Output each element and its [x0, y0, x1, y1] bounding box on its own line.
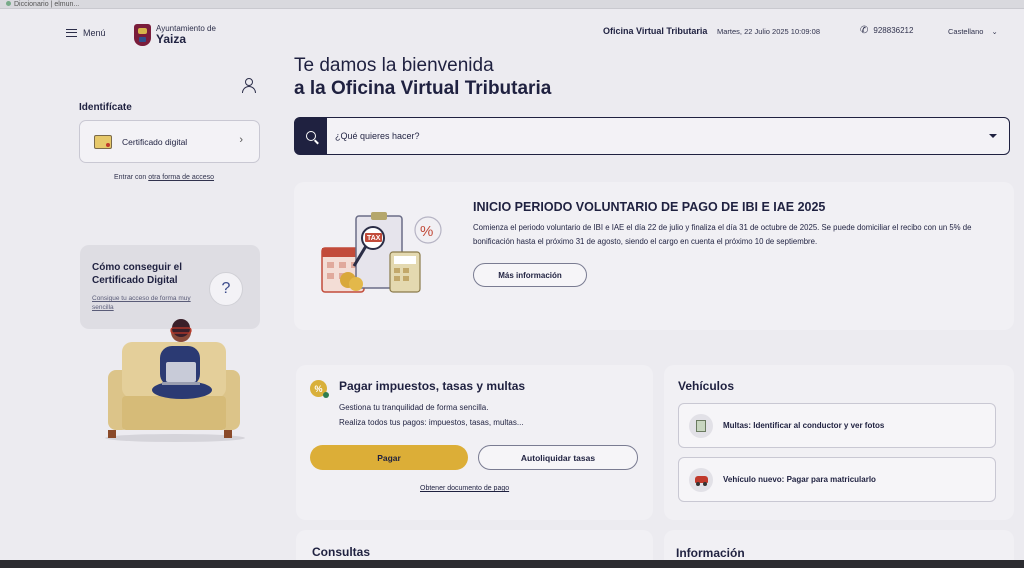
current-datetime: Martes, 22 Julio 2025 10:09:08	[717, 27, 820, 36]
howto-certificate-title: Cómo conseguir el Certificado Digital	[92, 262, 183, 286]
ibi-iae-announcement-card: TAX % INICIO PERIODO VOLUNTARIO DE PAGO …	[294, 182, 1014, 330]
new-vehicle-register-item[interactable]: Vehículo nuevo: Pagar para matricularlo	[678, 457, 996, 502]
chevron-right-icon: ›	[239, 134, 243, 146]
digital-certificate-button[interactable]: Certificado digital ›	[79, 120, 260, 163]
taskbar	[0, 560, 1024, 568]
get-payment-document-link[interactable]: Obtener documento de pago	[420, 485, 509, 492]
identify-heading: Identifícate	[79, 102, 132, 113]
new-vehicle-register-label: Vehículo nuevo: Pagar para matricularlo	[723, 475, 876, 484]
other-access-link[interactable]: otra forma de acceso	[148, 174, 214, 181]
browser-tab-strip: Diccionario | elmun...	[0, 0, 1024, 9]
announcement-title: INICIO PERIODO VOLUNTARIO DE PAGO DE IBI…	[473, 200, 826, 214]
chevron-down-icon: ⌄	[991, 27, 998, 36]
fines-identify-driver-item[interactable]: Multas: Identificar al conductor y ver f…	[678, 403, 996, 448]
search-button[interactable]	[295, 118, 327, 154]
ayuntamiento-logo[interactable]: Ayuntamiento de Yaiza	[134, 24, 216, 46]
tax-calendar-illustration: TAX %	[321, 212, 442, 293]
other-access-text: Entrar con otra forma de acceso	[114, 174, 215, 181]
search-input[interactable]	[327, 131, 989, 141]
more-info-button[interactable]: Más información	[473, 263, 587, 287]
phone-contact[interactable]: ✆ 928836212	[860, 25, 913, 36]
pay-taxes-description-2: Realiza todos tus pagos: impuestos, tasa…	[339, 418, 524, 427]
svg-text:%: %	[420, 223, 433, 240]
browser-tab-label: Diccionario | elmun...	[14, 0, 80, 8]
car-icon	[689, 467, 713, 492]
office-name: Oficina Virtual Tributaria	[603, 26, 708, 36]
language-selector[interactable]: Castellano ⌄	[948, 27, 998, 36]
tax-tag-label: TAX	[367, 235, 381, 242]
pay-button[interactable]: Pagar	[310, 445, 468, 470]
pay-taxes-title: Pagar impuestos, tasas y multas	[339, 379, 526, 393]
coin-icon: %	[310, 380, 329, 398]
chevron-down-icon[interactable]	[989, 134, 997, 138]
hamburger-icon	[66, 29, 77, 37]
user-icon[interactable]	[242, 78, 256, 94]
phone-icon: ✆	[860, 25, 869, 36]
announcement-text: Comienza el periodo voluntario de IBI e …	[473, 223, 972, 247]
question-mark-icon: ?	[209, 272, 243, 306]
login-panel: Identifícate Certificado digital › Entra…	[66, 58, 276, 198]
browser-tab[interactable]: Diccionario | elmun...	[6, 0, 80, 8]
phone-number: 928836212	[873, 26, 914, 35]
fine-document-icon	[689, 413, 713, 438]
person-with-laptop-illustration	[105, 319, 245, 442]
certificate-icon	[94, 134, 112, 149]
self-assess-fees-button[interactable]: Autoliquidar tasas	[478, 445, 638, 470]
welcome-heading: Te damos la bienvenida a la Oficina Virt…	[294, 55, 551, 101]
welcome-line-2: a la Oficina Virtual Tributaria	[294, 77, 552, 99]
vehicles-title: Vehículos	[678, 379, 735, 393]
consultas-title: Consultas	[312, 545, 371, 559]
howto-certificate-link[interactable]: Consigue tu acceso de forma muy sencilla	[92, 295, 202, 313]
vehicles-card: Vehículos Multas: Identificar al conduct…	[664, 365, 1014, 520]
coat-of-arms-icon	[134, 24, 151, 46]
fines-identify-driver-label: Multas: Identificar al conductor y ver f…	[723, 421, 885, 430]
digital-certificate-label: Certificado digital	[122, 136, 188, 147]
howto-certificate-card[interactable]: Cómo conseguir el Certificado Digital Co…	[80, 245, 260, 329]
tab-favicon-icon	[6, 0, 11, 6]
language-label: Castellano	[948, 27, 984, 36]
search-icon	[306, 131, 316, 141]
pay-taxes-card: % Pagar impuestos, tasas y multas Gestio…	[296, 365, 653, 520]
menu-label: Menú	[83, 28, 106, 38]
search-bar	[294, 117, 1010, 155]
menu-button[interactable]: Menú	[66, 28, 106, 38]
welcome-line-1: Te damos la bienvenida	[294, 55, 494, 76]
logo-title: Yaiza	[156, 31, 187, 46]
pay-taxes-description-1: Gestiona tu tranquilidad de forma sencil…	[339, 403, 489, 412]
site-header: Menú Ayuntamiento de Yaiza Oficina Virtu…	[0, 9, 1024, 53]
informacion-title: Información	[676, 546, 745, 560]
